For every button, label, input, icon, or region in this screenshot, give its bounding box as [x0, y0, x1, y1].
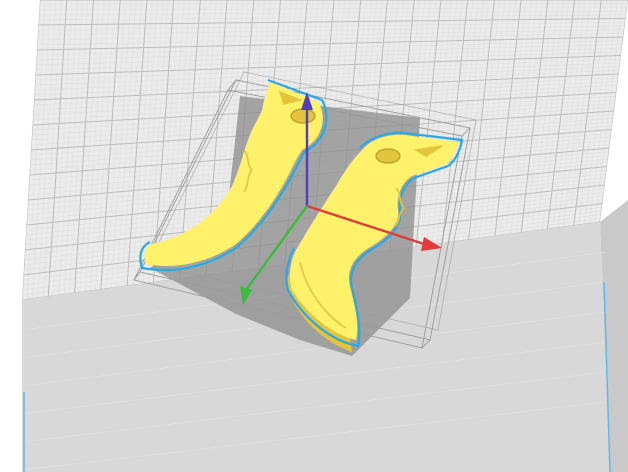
knife-part-right-pivot-hole [375, 148, 401, 164]
build-plate-scene[interactable] [0, 0, 628, 472]
knife-part-left-pivot-hole [290, 108, 316, 124]
3d-viewport[interactable] [0, 0, 628, 472]
